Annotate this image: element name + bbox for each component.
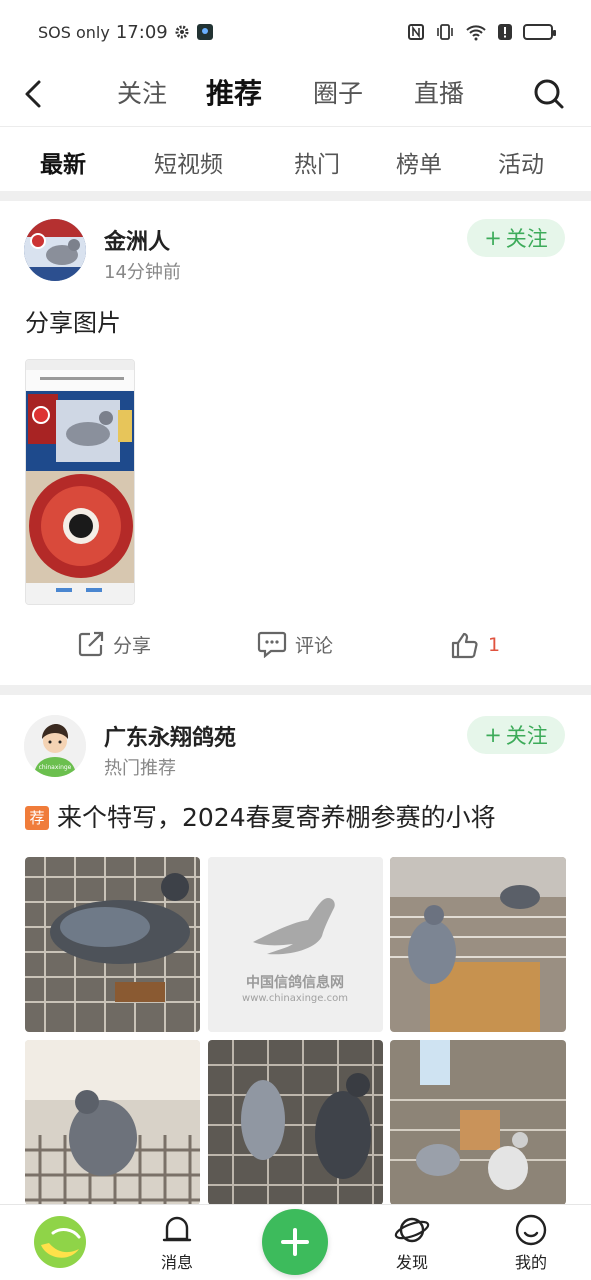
post-text: 来个特写，2024春夏寄养棚参赛的小将 <box>57 803 496 832</box>
post-image[interactable] <box>25 1040 200 1205</box>
status-right <box>407 23 556 41</box>
follow-label: 关注 <box>505 227 548 251</box>
smiley-icon <box>515 1214 547 1246</box>
author-name[interactable]: 金洲人 <box>104 224 170 256</box>
plus-icon: + <box>484 723 502 747</box>
post-image[interactable] <box>25 359 135 605</box>
pigeon-photo <box>25 857 200 1032</box>
avatar[interactable]: chinaxinge <box>24 715 86 777</box>
planet-icon <box>394 1217 430 1243</box>
tab-live[interactable]: 直播 <box>414 74 464 110</box>
post-image[interactable] <box>390 1040 566 1205</box>
nav-home[interactable] <box>20 1215 100 1269</box>
tab-circle[interactable]: 圈子 <box>313 74 363 110</box>
nav-messages-label: 消息 <box>160 1253 193 1272</box>
nav-profile[interactable]: 我的 <box>491 1213 571 1273</box>
status-left: SOS only 17:09 <box>38 22 214 43</box>
post-image[interactable] <box>25 857 200 1032</box>
pigeon-logo-watermark: 中国信鸽信息网 www.chinaxinge.com <box>208 857 383 1032</box>
share-icon <box>78 631 104 657</box>
watermark-url: www.chinaxinge.com <box>242 993 348 1004</box>
app-logo-icon <box>34 1216 86 1268</box>
comment-button[interactable]: 评论 <box>257 630 333 658</box>
post-time: 14分钟前 <box>104 262 181 283</box>
status-bar: SOS only 17:09 <box>0 0 591 64</box>
nfc-icon <box>407 23 425 41</box>
share-button[interactable]: 分享 <box>77 630 151 658</box>
sub-tabs: 最新 短视频 热门 榜单 活动 <box>0 127 591 191</box>
tab-recommend[interactable]: 推荐 <box>204 72 265 114</box>
pigeon-photo <box>25 1040 200 1205</box>
search-icon <box>534 79 564 109</box>
post-image[interactable] <box>390 857 566 1032</box>
post-source: 热门推荐 <box>104 758 176 779</box>
author-name[interactable]: 广东永翔鸽苑 <box>104 720 236 752</box>
follow-button[interactable]: + 关注 <box>467 219 565 257</box>
like-count: 1 <box>488 634 501 656</box>
avatar-caption: chinaxinge <box>39 764 72 771</box>
follow-label: 关注 <box>505 724 548 748</box>
nav-profile-label: 我的 <box>514 1253 547 1272</box>
subtab-rankings[interactable]: 榜单 <box>396 145 442 179</box>
screenshot-thumbnail <box>26 360 134 604</box>
subtab-latest[interactable]: 最新 <box>40 145 86 179</box>
post-text: 分享图片 <box>25 309 121 337</box>
avatar[interactable] <box>24 219 86 281</box>
loft-photo <box>390 857 566 1032</box>
post-text-row: 荐来个特写，2024春夏寄养棚参赛的小将 <box>25 798 496 834</box>
wifi-icon <box>465 23 487 41</box>
create-post-button[interactable] <box>262 1209 328 1275</box>
subtab-hot[interactable]: 热门 <box>294 145 340 179</box>
bottom-nav: 消息 发现 我的 <box>0 1204 591 1280</box>
search-button[interactable] <box>529 74 569 114</box>
nav-discover[interactable]: 发现 <box>372 1213 452 1273</box>
app-notification-icon <box>196 23 214 41</box>
comment-icon <box>257 631 287 658</box>
tab-recommend-label: 推荐 <box>206 77 263 110</box>
carrier-text: SOS only <box>38 22 110 42</box>
loft-photo <box>390 1040 566 1205</box>
post-image-placeholder[interactable]: 中国信鸽信息网 www.chinaxinge.com <box>208 857 383 1032</box>
pigeon-avatar-image <box>24 219 86 281</box>
vibrate-icon <box>435 23 455 41</box>
recommend-badge: 荐 <box>25 805 49 830</box>
plus-icon <box>281 1228 309 1256</box>
top-nav: 关注 推荐 圈子 直播 <box>0 64 591 126</box>
section-gap <box>0 191 591 201</box>
section-gap <box>0 685 591 695</box>
back-button[interactable] <box>18 74 48 114</box>
nav-discover-label: 发现 <box>395 1253 428 1272</box>
subtab-short-video[interactable]: 短视频 <box>154 145 223 179</box>
watermark-cn: 中国信鸽信息网 <box>246 974 344 991</box>
gear-icon <box>174 24 190 40</box>
plus-icon: + <box>484 226 502 250</box>
cartoon-avatar-image: chinaxinge <box>24 715 86 777</box>
subtab-events[interactable]: 活动 <box>498 145 544 179</box>
nav-messages[interactable]: 消息 <box>137 1213 217 1273</box>
alert-icon <box>497 23 513 41</box>
like-button[interactable]: 1 <box>450 630 500 660</box>
pigeons-photo <box>208 1040 383 1205</box>
thumbs-up-icon <box>451 632 478 659</box>
battery-icon <box>523 24 556 40</box>
bell-icon <box>162 1216 192 1242</box>
comment-label: 评论 <box>295 634 334 657</box>
post-image[interactable] <box>208 1040 383 1205</box>
clock: 17:09 <box>115 21 168 43</box>
follow-button[interactable]: + 关注 <box>467 716 565 754</box>
tab-follow[interactable]: 关注 <box>117 74 167 110</box>
chevron-left-icon <box>25 80 41 108</box>
share-label: 分享 <box>113 634 152 657</box>
